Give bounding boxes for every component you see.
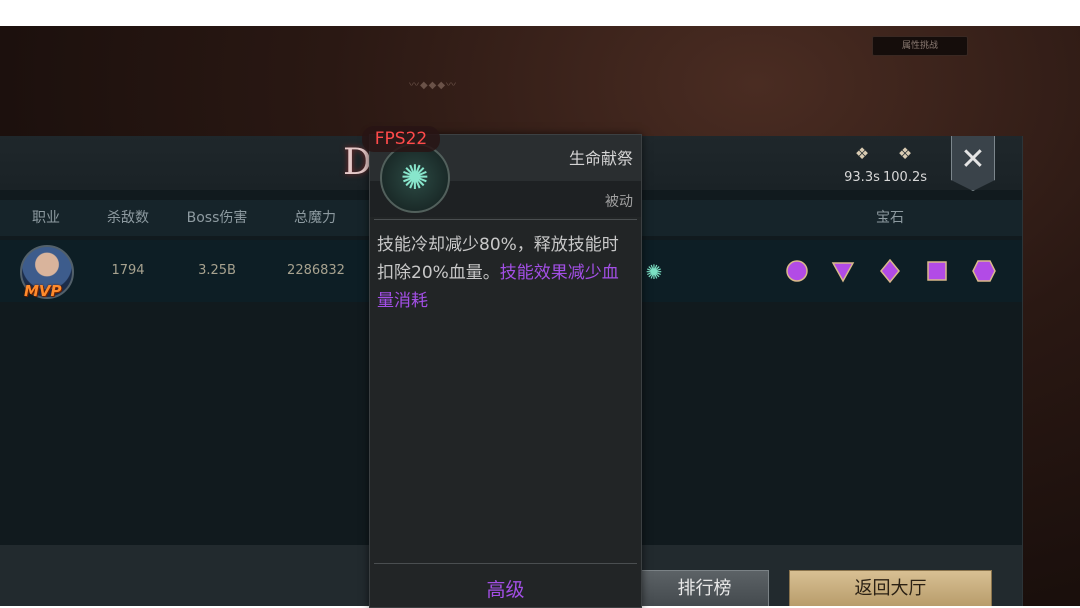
fps-counter: FPS22: [362, 126, 440, 152]
skill-tooltip: 生命献祭 被动 ✺ 技能冷却减少80%，释放技能时扣除20%血量。技能效果减少血…: [369, 134, 642, 608]
divider: [374, 563, 637, 564]
col-kills: 杀敌数: [107, 210, 149, 226]
gem-triangle-icon[interactable]: [831, 259, 855, 283]
dragon-skill-icon: ✺: [380, 143, 450, 213]
gem-square-icon[interactable]: [925, 259, 949, 283]
dragon-skill-icon[interactable]: ✺: [640, 258, 668, 286]
ornament-divider: 〰◆◆◆〰: [408, 80, 458, 91]
timer-2: ❖ 100.2s: [875, 144, 935, 185]
timer-value: 100.2s: [883, 170, 927, 185]
gem-circle-icon[interactable]: [785, 259, 809, 283]
gem-diamond-icon[interactable]: [878, 259, 902, 283]
return-lobby-button[interactable]: 返回大厅: [789, 570, 992, 606]
attribute-challenge-badge[interactable]: 属性挑战: [872, 36, 968, 56]
mvp-badge: MVP: [24, 282, 62, 300]
skill-description: 技能冷却减少80%，释放技能时扣除20%血量。技能效果减少血量消耗: [377, 231, 635, 315]
skill-level: 高级: [486, 579, 525, 601]
col-boss-damage: Boss伤害: [186, 210, 248, 226]
gem-hexagon-icon[interactable]: [972, 259, 996, 283]
skill-type: 被动: [605, 194, 633, 210]
total-mana-value: 2286832: [287, 263, 345, 278]
close-button[interactable]: ✕: [951, 136, 995, 191]
col-class: 职业: [32, 210, 60, 226]
boss-damage-value: 3.25B: [198, 263, 236, 278]
kills-value: 1794: [111, 263, 145, 278]
col-gems: 宝石: [876, 210, 904, 226]
leaderboard-button[interactable]: 排行榜: [640, 570, 769, 606]
close-icon: ✕: [960, 142, 986, 177]
divider: [374, 219, 637, 220]
skill-name: 生命献祭: [568, 149, 633, 168]
col-total-mana: 总魔力: [294, 210, 336, 226]
skull-crest-icon: ❖: [897, 144, 913, 163]
